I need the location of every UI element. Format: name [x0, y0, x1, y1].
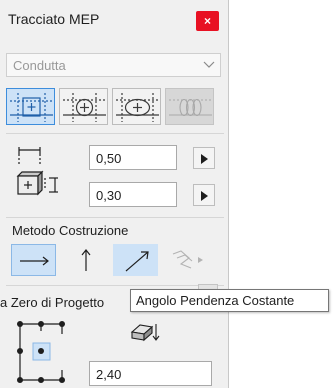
oval-duct-icon	[116, 93, 159, 122]
vertical-method-button[interactable]	[64, 244, 109, 276]
element-type-value: Condutta	[13, 58, 66, 73]
separator	[6, 217, 224, 218]
constant-slope-method-button[interactable]	[113, 244, 158, 276]
tooltip: Angolo Pendenza Costante	[130, 289, 329, 312]
offset-from-reference-icon	[130, 324, 160, 342]
panel-titlebar[interactable]: Tracciato MEP ×	[0, 0, 228, 40]
offset-input[interactable]: 2,40	[89, 361, 212, 386]
mep-route-panel: Tracciato MEP × Condutta 0,50 0,30 Metod…	[0, 0, 229, 388]
element-type-dropdown[interactable]: Condutta	[6, 53, 221, 77]
flexible-duct-button[interactable]	[165, 88, 214, 125]
anchor-point-grid-icon[interactable]	[12, 314, 72, 386]
oval-duct-button[interactable]	[112, 88, 161, 125]
width-dimension-icon	[18, 147, 41, 164]
rectangular-duct-icon	[10, 93, 53, 122]
play-right-icon	[201, 191, 208, 201]
reference-level-label[interactable]: a Zero di Progetto	[0, 295, 104, 310]
width-options-button[interactable]	[193, 147, 215, 169]
flexible-duct-icon	[169, 98, 212, 117]
height-dimension-icon	[16, 170, 58, 196]
round-duct-button[interactable]	[59, 88, 108, 125]
arrow-diagonal-icon	[125, 251, 149, 272]
separator	[6, 133, 224, 134]
construction-method-label: Metodo Costruzione	[12, 223, 129, 238]
height-options-button[interactable]	[193, 184, 215, 206]
arrow-up-icon	[81, 249, 91, 271]
panel-title: Tracciato MEP	[8, 11, 100, 27]
play-right-icon	[201, 154, 208, 164]
round-duct-icon	[63, 93, 106, 122]
height-input[interactable]: 0,30	[89, 182, 177, 207]
polyline-method-button[interactable]	[165, 244, 210, 276]
width-input[interactable]: 0,50	[89, 145, 177, 170]
horizontal-method-button[interactable]	[11, 244, 56, 276]
rectangular-duct-button[interactable]	[6, 88, 55, 125]
arrow-right-icon	[20, 256, 49, 266]
close-icon: ×	[203, 14, 211, 28]
polyline-route-icon	[172, 250, 203, 269]
close-button[interactable]: ×	[196, 11, 219, 31]
separator	[6, 285, 224, 286]
chevron-down-icon	[203, 61, 215, 68]
